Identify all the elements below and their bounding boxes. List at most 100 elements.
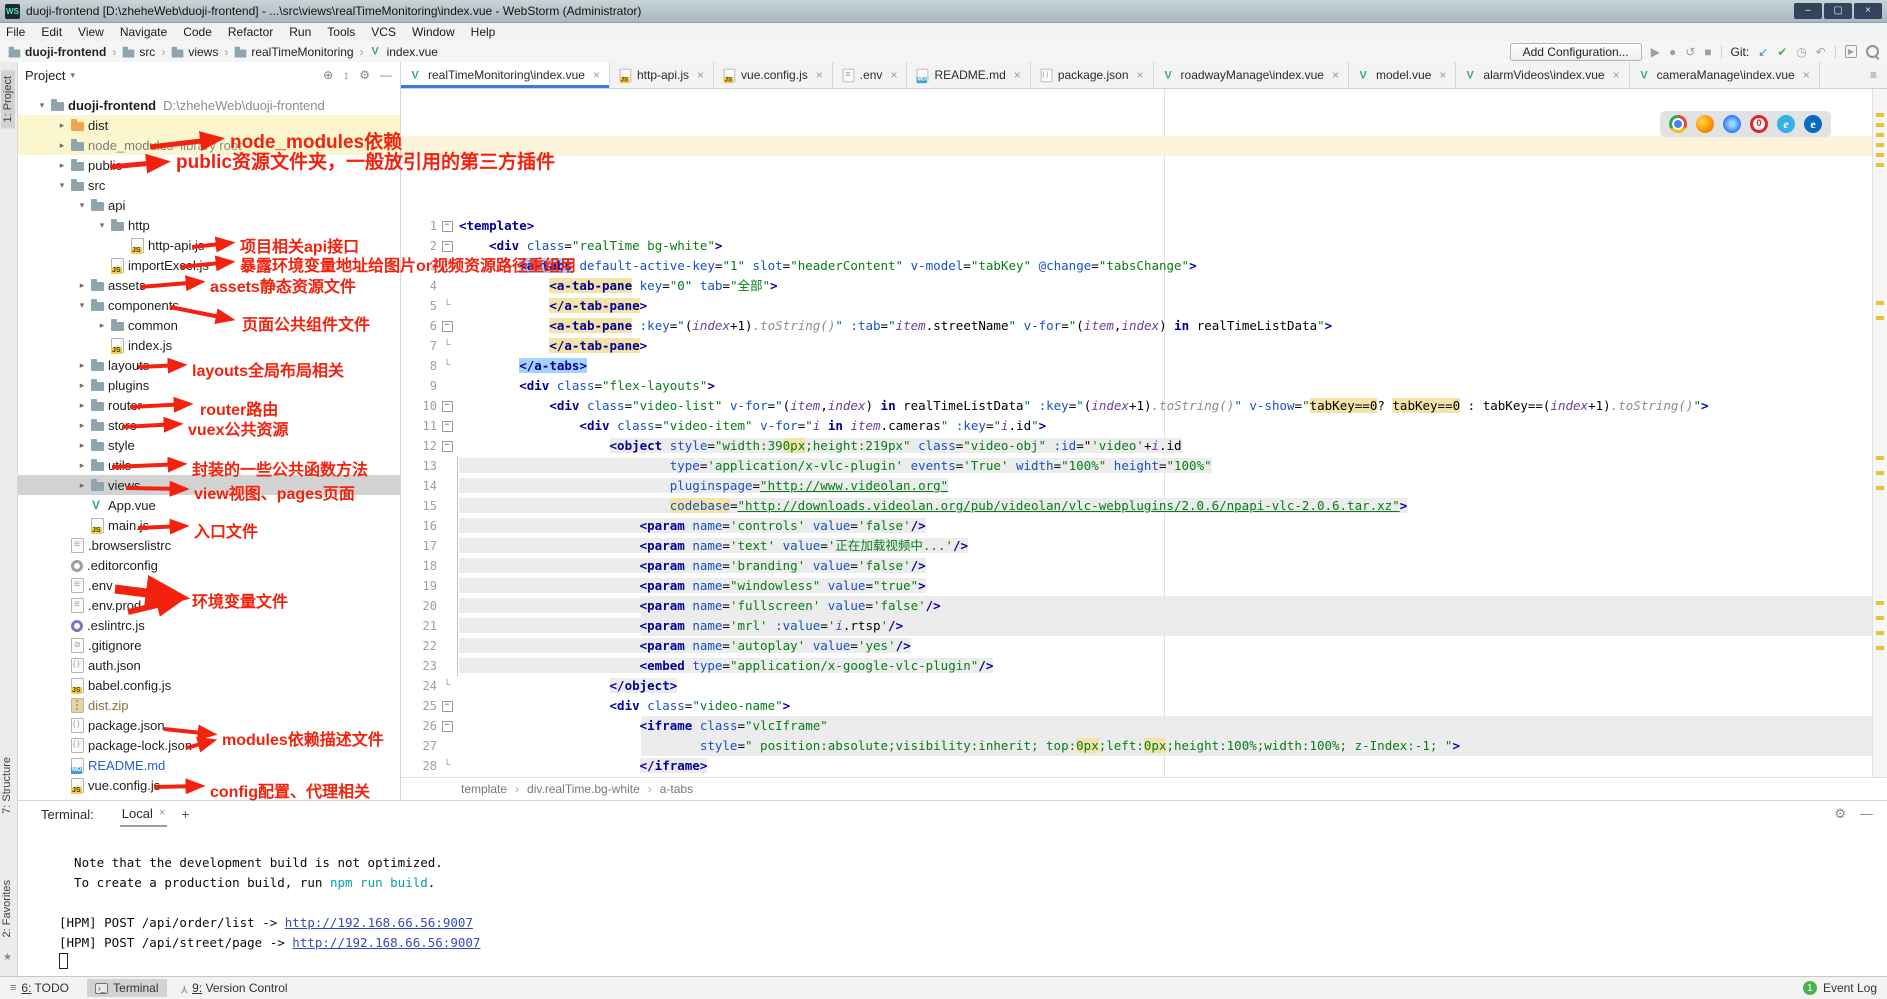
code-line-13[interactable]: 13 type='application/x-vlc-plugin' event… (401, 456, 1887, 476)
close-icon[interactable]: × (159, 807, 165, 819)
chevron-down-icon[interactable]: ▾ (93, 220, 111, 231)
chevron-right-icon[interactable]: ▸ (73, 280, 91, 291)
code-line-28[interactable]: 28└ </iframe> (401, 756, 1887, 776)
new-terminal-icon[interactable]: + (181, 806, 189, 822)
safari-icon[interactable] (1723, 115, 1741, 133)
code-line-29[interactable]: 29 {{item.streetName}} {{i.name}} (401, 776, 1887, 777)
close-tab-icon[interactable]: × (1137, 68, 1144, 82)
ie-icon[interactable]: e (1777, 115, 1795, 133)
debug-icon[interactable]: ● (1669, 45, 1676, 59)
tree-item-node_modules[interactable]: ▸node_moduleslibrary root (17, 135, 400, 155)
tree-item-babel.config.js[interactable]: babel.config.js (17, 675, 400, 695)
warning-stripe-mark[interactable] (1876, 123, 1884, 127)
chevron-right-icon[interactable]: ▸ (73, 400, 91, 411)
warning-stripe-mark[interactable] (1876, 646, 1884, 650)
tree-item-index.js[interactable]: index.js (17, 335, 400, 355)
tree-item-App.vue[interactable]: App.vue (17, 495, 400, 515)
chevron-right-icon[interactable]: ▸ (73, 380, 91, 391)
breadcrumb-item[interactable]: duoji-frontend (8, 45, 106, 59)
history-icon[interactable]: ◷ (1796, 45, 1806, 59)
close-tab-icon[interactable]: × (1439, 68, 1446, 82)
close-tab-icon[interactable]: × (697, 68, 704, 82)
tree-item-duoji-frontend[interactable]: ▾duoji-frontendD:\zheheWeb\duoji-fronten… (17, 95, 400, 115)
status-terminal[interactable]: ›_ Terminal (87, 979, 166, 997)
editor-tab-realTimeMonitoring-index.vue[interactable]: realTimeMonitoring\index.vue× (401, 62, 610, 88)
chevron-down-icon[interactable]: ▾ (73, 300, 91, 311)
code-lines[interactable]: 1−<template>2− <div class="realTime bg-w… (401, 209, 1887, 777)
close-tab-icon[interactable]: × (1014, 68, 1021, 82)
status-todo[interactable]: ≡ 6: TODO (10, 981, 69, 995)
menu-item-file[interactable]: File (0, 25, 33, 39)
menu-item-tools[interactable]: Tools (319, 25, 363, 39)
tree-item-auth.json[interactable]: auth.json (17, 655, 400, 675)
editor-breadcrumb-item[interactable]: template (461, 782, 507, 796)
warning-stripe-mark[interactable] (1876, 456, 1884, 460)
terminal-cursor-line[interactable] (59, 953, 1887, 973)
tree-item-.eslintrc.js[interactable]: .eslintrc.js (17, 615, 400, 635)
tree-item-style[interactable]: ▸style (17, 435, 400, 455)
warning-stripe-mark[interactable] (1876, 486, 1884, 490)
code-line-6[interactable]: 6− <a-tab-pane :key="(index+1).toString(… (401, 316, 1887, 336)
gear-icon[interactable]: ⚙ (359, 68, 370, 82)
chevron-down-icon[interactable]: ▾ (70, 70, 75, 81)
tree-item-.env.prod[interactable]: .env.prod (17, 595, 400, 615)
tree-item-public[interactable]: ▸public (17, 155, 400, 175)
minimize-panel-icon[interactable]: — (1860, 806, 1873, 822)
warning-stripe-mark[interactable] (1876, 601, 1884, 605)
close-tab-icon[interactable]: × (1332, 68, 1339, 82)
chevron-right-icon[interactable]: ▸ (53, 120, 71, 131)
code-line-18[interactable]: 18 <param name='branding' value='false'/… (401, 556, 1887, 576)
editor-tab-model.vue[interactable]: model.vue× (1349, 62, 1456, 88)
breadcrumb-item[interactable]: src (122, 45, 155, 59)
code-line-17[interactable]: 17 <param name='text' value='正在加载视频中...'… (401, 536, 1887, 556)
code-line-19[interactable]: 19 <param name="windowless" value="true"… (401, 576, 1887, 596)
git-update-icon[interactable]: ↙ (1758, 45, 1768, 59)
menu-item-edit[interactable]: Edit (33, 25, 70, 39)
gear-icon[interactable]: ⚙ (1834, 806, 1846, 822)
warning-stripe-mark[interactable] (1876, 316, 1884, 320)
edge-icon[interactable]: e (1804, 115, 1822, 133)
add-configuration-button[interactable]: Add Configuration... (1510, 43, 1642, 61)
code-line-9[interactable]: 9 <div class="flex-layouts"> (401, 376, 1887, 396)
git-commit-icon[interactable]: ✔ (1777, 45, 1787, 59)
tree-item-.browserslistrc[interactable]: .browserslistrc (17, 535, 400, 555)
menu-item-window[interactable]: Window (404, 25, 463, 39)
run-anything-icon[interactable]: ▶ (1845, 45, 1857, 58)
close-tab-icon[interactable]: × (816, 68, 823, 82)
editor-tab-vue.config.js[interactable]: vue.config.js× (714, 62, 833, 88)
code-line-14[interactable]: 14 pluginspage="http://www.videolan.org" (401, 476, 1887, 496)
tree-item-.env[interactable]: .env (17, 575, 400, 595)
tree-item-api[interactable]: ▾api (17, 195, 400, 215)
project-panel-title[interactable]: Project (25, 68, 65, 83)
editor-breadcrumb-item[interactable]: a-tabs (660, 782, 693, 796)
collapse-all-icon[interactable]: ↕ (343, 68, 349, 82)
hide-panel-icon[interactable]: ― (380, 68, 392, 82)
chevron-right-icon[interactable]: ▸ (53, 140, 71, 151)
tree-item-http[interactable]: ▾http (17, 215, 400, 235)
code-line-12[interactable]: 12− <object style="width:390px;height:21… (401, 436, 1887, 456)
code-line-23[interactable]: 23 <embed type="application/x-google-vlc… (401, 656, 1887, 676)
tree-item-main.js[interactable]: main.js (17, 515, 400, 535)
stripe-structure-button[interactable]: 7: Structure (1, 757, 13, 814)
code-line-8[interactable]: 8└ </a-tabs> (401, 356, 1887, 376)
code-line-7[interactable]: 7└ </a-tab-pane> (401, 336, 1887, 356)
warning-stripe-mark[interactable] (1876, 471, 1884, 475)
close-tab-icon[interactable]: × (1613, 68, 1620, 82)
tree-item-vue.config.js[interactable]: vue.config.js (17, 775, 400, 795)
menu-item-navigate[interactable]: Navigate (112, 25, 175, 39)
warning-stripe-mark[interactable] (1876, 163, 1884, 167)
tree-item-.gitignore[interactable]: .gitignore (17, 635, 400, 655)
error-stripe-scrollbar[interactable] (1872, 89, 1887, 777)
tree-item-utils[interactable]: ▸utils (17, 455, 400, 475)
coverage-icon[interactable]: ↺ (1685, 45, 1695, 59)
chevron-down-icon[interactable]: ▾ (73, 200, 91, 211)
warning-stripe-mark[interactable] (1876, 631, 1884, 635)
chevron-right-icon[interactable]: ▸ (73, 480, 91, 491)
code-line-25[interactable]: 25− <div class="video-name"> (401, 696, 1887, 716)
tree-item-plugins[interactable]: ▸plugins (17, 375, 400, 395)
chevron-down-icon[interactable]: ▾ (33, 100, 51, 111)
close-tab-icon[interactable]: × (593, 68, 600, 82)
menu-item-view[interactable]: View (70, 25, 112, 39)
chevron-down-icon[interactable]: ▾ (53, 180, 71, 191)
tree-item-importExcel.js[interactable]: importExcel.js (17, 255, 400, 275)
